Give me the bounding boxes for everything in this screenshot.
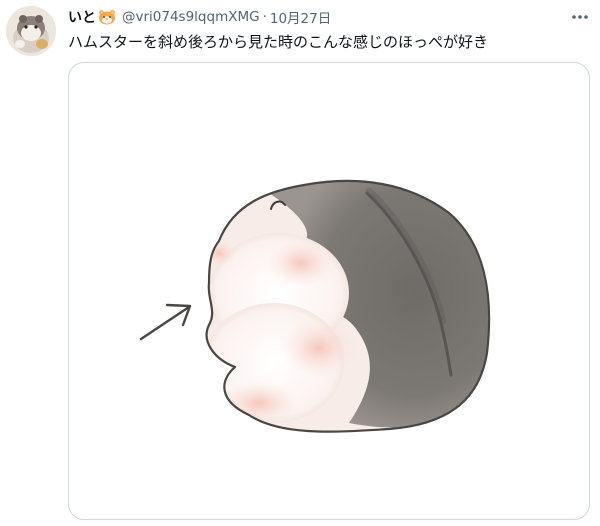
more-options-button[interactable]: [568, 6, 592, 28]
tweet-header: いと @vri074s9lqqmXMG · 10月27日: [68, 6, 331, 28]
header-separator: ·: [262, 9, 267, 25]
tweet-text: ハムスターを斜め後ろから見た時のこんな感じのほっぺが好き: [68, 33, 489, 51]
hamster-illustration: [139, 179, 491, 433]
hamster-emoji-icon: [99, 10, 115, 25]
tweet-media[interactable]: [68, 62, 590, 520]
user-handle[interactable]: @vri074s9lqqmXMG: [122, 9, 260, 25]
more-options-icon: [572, 15, 588, 19]
avatar[interactable]: [6, 6, 56, 56]
hamster-avatar-icon: [6, 6, 56, 56]
tweet-date[interactable]: 10月27日: [270, 7, 331, 27]
arrow-icon: [139, 303, 192, 341]
display-name[interactable]: いと: [68, 7, 96, 27]
tweet-card[interactable]: いと @vri074s9lqqmXMG · 10月27日 ハムスターを斜め後ろか…: [0, 0, 600, 526]
